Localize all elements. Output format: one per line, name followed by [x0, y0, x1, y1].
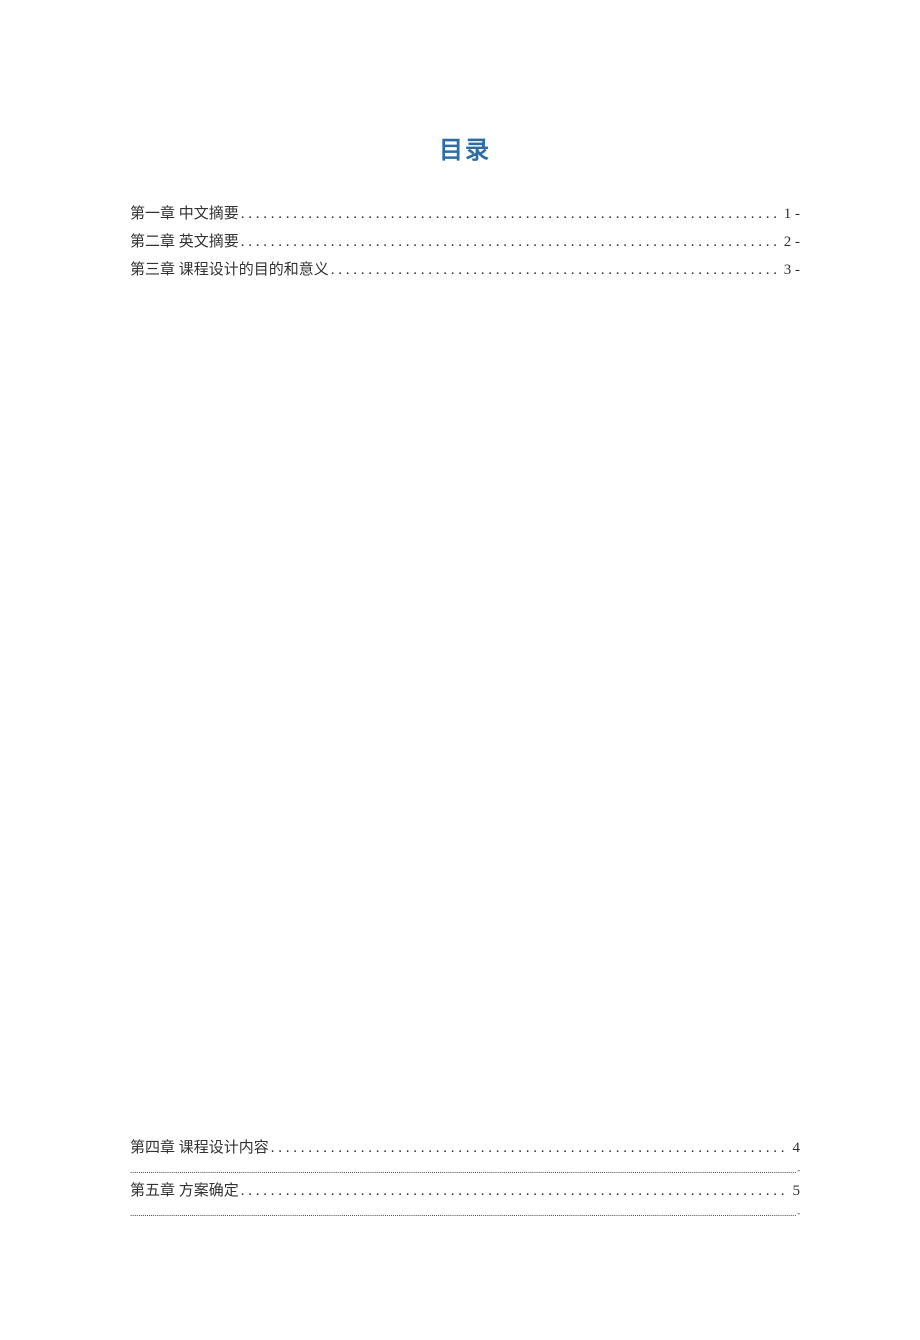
toc-leader-dots: [239, 229, 778, 257]
toc-entry-label: 第一章 中文摘要: [130, 201, 239, 229]
toc-entry-page: 5: [787, 1177, 801, 1206]
toc-entry: 第一章 中文摘要 1 -: [130, 201, 800, 229]
vertical-spacer: [130, 284, 800, 1134]
toc-entry: 第四章 课程设计内容 4: [130, 1134, 800, 1163]
toc-entry: 第二章 英文摘要 2 -: [130, 229, 800, 257]
toc-leader-dots: [269, 1134, 787, 1163]
dotted-rule: -: [130, 1163, 800, 1177]
toc-lower-list: 第四章 课程设计内容 4 - 第五章 方案确定 5 -: [130, 1134, 800, 1220]
toc-entry: 第三章 课程设计的目的和意义 3 -: [130, 257, 800, 285]
toc-upper-list: 第一章 中文摘要 1 - 第二章 英文摘要 2 - 第三章 课程设计的目的和意义…: [130, 201, 800, 284]
toc-entry-label: 第四章 课程设计内容: [130, 1134, 269, 1163]
toc-entry-label: 第五章 方案确定: [130, 1177, 239, 1206]
dotted-rule-fill: [130, 1163, 796, 1177]
toc-leader-dots: [239, 1177, 787, 1206]
toc-entry-label: 第三章 课程设计的目的和意义: [130, 257, 329, 285]
toc-entry-page: 2 -: [778, 229, 800, 257]
dotted-rule: -: [130, 1206, 800, 1220]
toc-leader-dots: [239, 201, 778, 229]
toc-entry: 第五章 方案确定 5: [130, 1177, 800, 1206]
toc-leader-dots: [329, 257, 778, 285]
toc-entry-label: 第二章 英文摘要: [130, 229, 239, 257]
toc-title: 目录: [130, 130, 800, 165]
document-page: 目录 第一章 中文摘要 1 - 第二章 英文摘要 2 - 第三章 课程设计的目的…: [0, 0, 920, 1340]
dotted-rule-tail: -: [796, 1206, 800, 1220]
toc-entry-page: 3 -: [778, 257, 800, 285]
toc-entry-page: 1 -: [778, 201, 800, 229]
dotted-rule-fill: [130, 1206, 796, 1220]
toc-entry-page: 4: [787, 1134, 801, 1163]
dotted-rule-tail: -: [796, 1163, 800, 1177]
